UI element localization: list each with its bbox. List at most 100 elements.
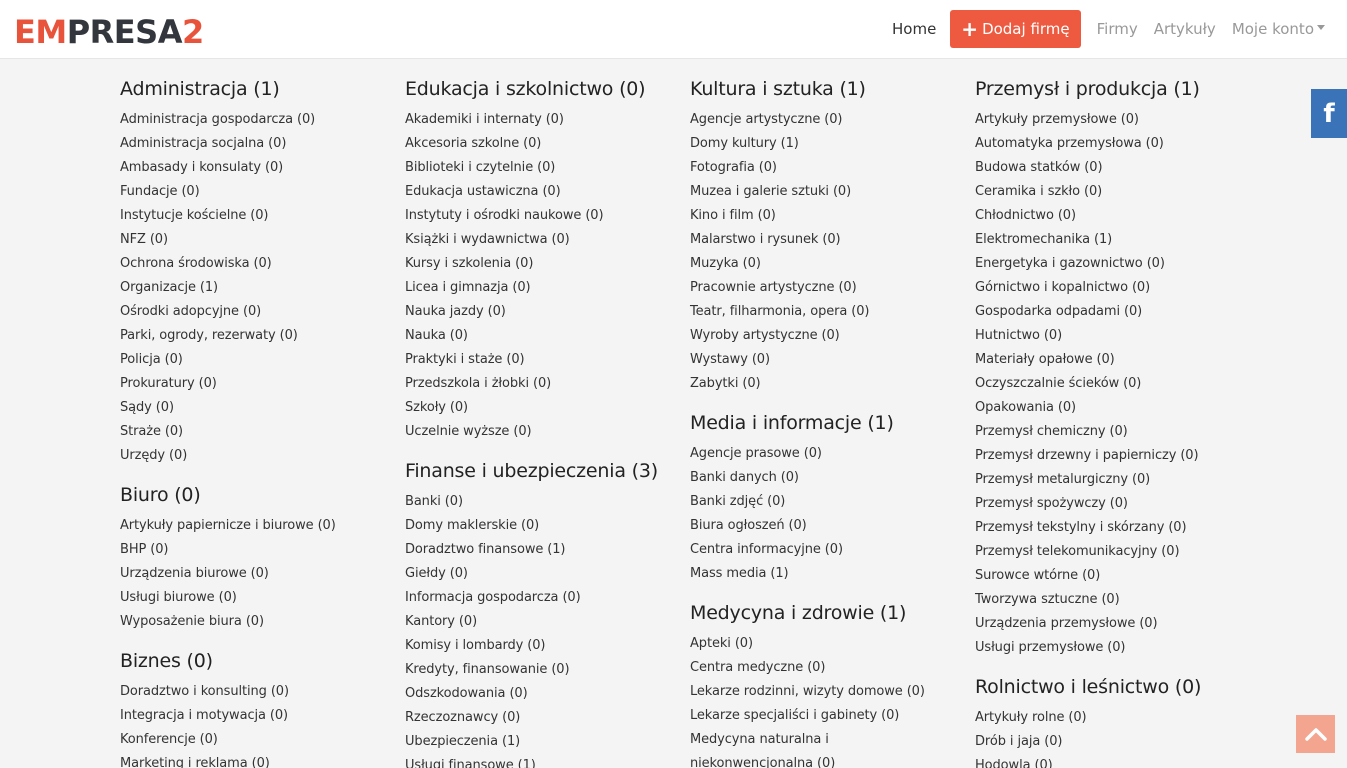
subcategory-link[interactable]: Banki (0) [405,494,463,509]
subcategory-link[interactable]: Surowce wtórne (0) [975,568,1100,583]
subcategory-link[interactable]: Fotografia (0) [690,160,777,175]
subcategory-link[interactable]: Organizacje (1) [120,280,218,295]
subcategory-link[interactable]: Domy maklerskie (0) [405,518,539,533]
subcategory-link[interactable]: Medycyna naturalna i [690,732,829,747]
subcategory-link[interactable]: Górnictwo i kopalnictwo (0) [975,280,1150,295]
subcategory-link[interactable]: NFZ (0) [120,232,168,247]
category-title[interactable]: Edukacja i szkolnictwo (0) [405,76,685,102]
subcategory-link[interactable]: Doradztwo i konsulting (0) [120,684,289,699]
subcategory-link[interactable]: Fundacje (0) [120,184,200,199]
subcategory-link[interactable]: Ceramika i szkło (0) [975,184,1102,199]
subcategory-link[interactable]: Straże (0) [120,424,183,439]
subcategory-link[interactable]: Lekarze rodzinni, wizyty domowe (0) [690,684,925,699]
nav-account-dropdown[interactable]: Moje konto [1232,20,1325,38]
subcategory-link[interactable]: Przemysł spożywczy (0) [975,496,1128,511]
subcategory-link[interactable]: Akademiki i internaty (0) [405,112,564,127]
subcategory-link[interactable]: Kursy i szkolenia (0) [405,256,533,271]
subcategory-link[interactable]: Elektromechanika (1) [975,232,1112,247]
subcategory-link[interactable]: Nauka jazdy (0) [405,304,506,319]
subcategory-link[interactable]: Artykuły papiernicze i biurowe (0) [120,518,336,533]
subcategory-link[interactable]: Teatr, filharmonia, opera (0) [690,304,869,319]
subcategory-link[interactable]: Usługi finansowe (1) [405,758,536,768]
subcategory-link[interactable]: Centra informacyjne (0) [690,542,843,557]
add-company-button[interactable]: + Dodaj firmę [950,10,1081,48]
subcategory-link[interactable]: Muzea i galerie sztuki (0) [690,184,851,199]
subcategory-link[interactable]: Malarstwo i rysunek (0) [690,232,841,247]
subcategory-link[interactable]: Banki zdjęć (0) [690,494,785,509]
subcategory-link[interactable]: Odszkodowania (0) [405,686,528,701]
subcategory-link[interactable]: Marketing i reklama (0) [120,756,270,768]
subcategory-link[interactable]: Centra medyczne (0) [690,660,825,675]
subcategory-link[interactable]: Budowa statków (0) [975,160,1103,175]
subcategory-link[interactable]: Instytucje kościelne (0) [120,208,269,223]
subcategory-link[interactable]: Uczelnie wyższe (0) [405,424,532,439]
subcategory-link[interactable]: Oczyszczalnie ścieków (0) [975,376,1141,391]
subcategory-link[interactable]: Urzędy (0) [120,448,187,463]
subcategory-link[interactable]: Wystawy (0) [690,352,770,367]
subcategory-link[interactable]: Kino i film (0) [690,208,776,223]
subcategory-link[interactable]: Doradztwo finansowe (1) [405,542,566,557]
subcategory-link[interactable]: Biura ogłoszeń (0) [690,518,807,533]
subcategory-link[interactable]: Edukacja ustawiczna (0) [405,184,561,199]
category-title[interactable]: Kultura i sztuka (1) [690,76,970,102]
subcategory-link[interactable]: Usługi biurowe (0) [120,590,237,605]
subcategory-link[interactable]: Urządzenia biurowe (0) [120,566,269,581]
subcategory-link[interactable]: Chłodnictwo (0) [975,208,1076,223]
subcategory-link[interactable]: Kantory (0) [405,614,477,629]
subcategory-link[interactable]: Energetyka i gazownictwo (0) [975,256,1165,271]
subcategory-link[interactable]: Policja (0) [120,352,183,367]
subcategory-link[interactable]: Giełdy (0) [405,566,468,581]
subcategory-link[interactable]: niekonwencjonalna (0) [690,756,835,768]
subcategory-link[interactable]: Przemysł telekomunikacyjny (0) [975,544,1180,559]
subcategory-link[interactable]: Przemysł drzewny i papierniczy (0) [975,448,1199,463]
subcategory-link[interactable]: Ochrona środowiska (0) [120,256,272,271]
subcategory-link[interactable]: Agencje artystyczne (0) [690,112,843,127]
subcategory-link[interactable]: Artykuły rolne (0) [975,710,1087,725]
subcategory-link[interactable]: Informacja gospodarcza (0) [405,590,581,605]
subcategory-link[interactable]: Ośrodki adopcyjne (0) [120,304,261,319]
nav-articles[interactable]: Artykuły [1154,20,1216,38]
subcategory-link[interactable]: Opakowania (0) [975,400,1076,415]
subcategory-link[interactable]: Szkoły (0) [405,400,468,415]
site-logo[interactable]: EMPRESA2 [14,12,204,52]
subcategory-link[interactable]: Biblioteki i czytelnie (0) [405,160,555,175]
subcategory-link[interactable]: Pracownie artystyczne (0) [690,280,857,295]
subcategory-link[interactable]: Licea i gimnazja (0) [405,280,531,295]
subcategory-link[interactable]: Ambasady i konsulaty (0) [120,160,283,175]
subcategory-link[interactable]: Praktyki i staże (0) [405,352,525,367]
subcategory-link[interactable]: Administracja socjalna (0) [120,136,286,151]
subcategory-link[interactable]: Integracja i motywacja (0) [120,708,288,723]
subcategory-link[interactable]: Hutnictwo (0) [975,328,1062,343]
subcategory-link[interactable]: Akcesoria szkolne (0) [405,136,541,151]
subcategory-link[interactable]: Wyposażenie biura (0) [120,614,264,629]
subcategory-link[interactable]: Książki i wydawnictwa (0) [405,232,570,247]
subcategory-link[interactable]: Mass media (1) [690,566,789,581]
subcategory-link[interactable]: Sądy (0) [120,400,174,415]
category-title[interactable]: Media i informacje (1) [690,410,970,436]
nav-companies[interactable]: Firmy [1097,20,1138,38]
subcategory-link[interactable]: Administracja gospodarcza (0) [120,112,315,127]
subcategory-link[interactable]: Przemysł metalurgiczny (0) [975,472,1150,487]
category-title[interactable]: Administracja (1) [120,76,400,102]
subcategory-link[interactable]: Artykuły przemysłowe (0) [975,112,1139,127]
subcategory-link[interactable]: Drób i jaja (0) [975,734,1062,749]
subcategory-link[interactable]: Wyroby artystyczne (0) [690,328,840,343]
subcategory-link[interactable]: Konferencje (0) [120,732,218,747]
subcategory-link[interactable]: Materiały opałowe (0) [975,352,1115,367]
subcategory-link[interactable]: Ubezpieczenia (1) [405,734,520,749]
subcategory-link[interactable]: Muzyka (0) [690,256,761,271]
category-title[interactable]: Rolnictwo i leśnictwo (0) [975,674,1255,700]
subcategory-link[interactable]: Apteki (0) [690,636,753,651]
subcategory-link[interactable]: Przemysł tekstylny i skórzany (0) [975,520,1187,535]
nav-home[interactable]: Home [892,20,936,38]
subcategory-link[interactable]: Agencje prasowe (0) [690,446,822,461]
subcategory-link[interactable]: Przedszkola i żłobki (0) [405,376,551,391]
subcategory-link[interactable]: Banki danych (0) [690,470,799,485]
category-title[interactable]: Medycyna i zdrowie (1) [690,600,970,626]
category-title[interactable]: Biuro (0) [120,482,400,508]
subcategory-link[interactable]: Komisy i lombardy (0) [405,638,546,653]
subcategory-link[interactable]: Parki, ogrody, rezerwaty (0) [120,328,298,343]
facebook-icon[interactable]: f [1311,89,1347,138]
subcategory-link[interactable]: Usługi przemysłowe (0) [975,640,1126,655]
scroll-to-top-button[interactable] [1296,715,1335,753]
